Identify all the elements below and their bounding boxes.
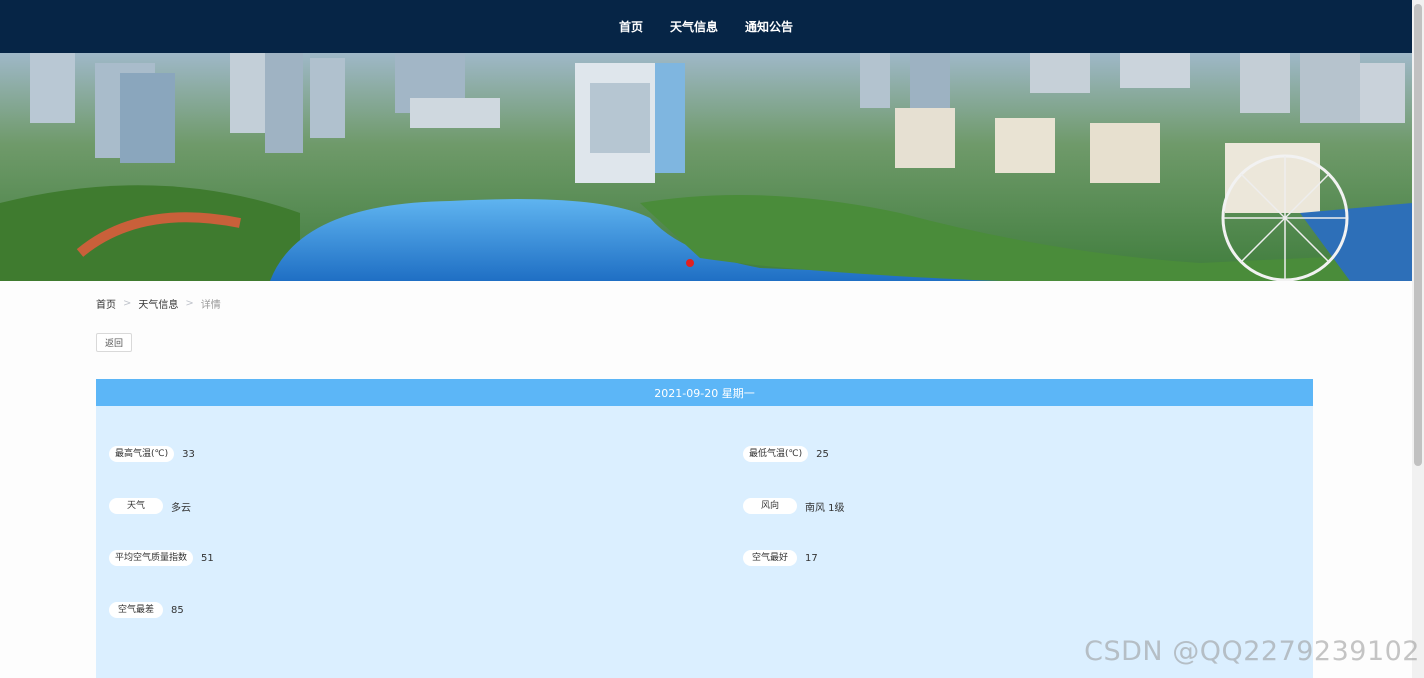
- nav-item-weather[interactable]: 天气信息: [670, 18, 718, 35]
- field-value: 51: [201, 552, 214, 564]
- field-value: 33: [182, 448, 195, 460]
- field-label: 最低气温(℃): [743, 446, 809, 462]
- page-scrollbar[interactable]: [1412, 0, 1424, 678]
- nav-item-home[interactable]: 首页: [619, 18, 643, 35]
- breadcrumb-current: 详情: [200, 300, 221, 311]
- field-value: 85: [171, 604, 184, 616]
- breadcrumb-weather[interactable]: 天气信息: [138, 296, 178, 311]
- detail-date-header: 2021-09-20 星期一: [96, 379, 1313, 406]
- field-value: 25: [816, 448, 829, 460]
- field-min-temp: 最低气温(℃) 25: [743, 446, 829, 462]
- field-value: 17: [805, 552, 818, 564]
- breadcrumb-home[interactable]: 首页: [96, 296, 116, 311]
- field-label: 风向: [743, 498, 797, 514]
- field-weather: 天气 多云: [109, 498, 191, 514]
- field-avg-aqi: 平均空气质量指数 51: [109, 550, 214, 566]
- top-nav: 首页 天气信息 通知公告: [0, 0, 1412, 53]
- field-label: 空气最好: [743, 550, 797, 566]
- field-worst-air: 空气最差 85: [109, 602, 184, 618]
- breadcrumb: 首页 > 天气信息 > 详情: [96, 296, 221, 311]
- back-button[interactable]: 返回: [96, 333, 132, 352]
- breadcrumb-separator: >: [185, 298, 194, 309]
- field-value: 南风 1级: [805, 502, 845, 514]
- field-label: 空气最差: [109, 602, 163, 618]
- field-label: 最高气温(℃): [109, 446, 175, 462]
- nav-item-notice[interactable]: 通知公告: [745, 18, 793, 35]
- banner-image: [0, 53, 1412, 281]
- scroll-thumb[interactable]: [1414, 4, 1422, 466]
- field-label: 天气: [109, 498, 163, 514]
- field-best-air: 空气最好 17: [743, 550, 818, 566]
- field-wind: 风向 南风 1级: [743, 498, 845, 514]
- field-max-temp: 最高气温(℃) 33: [109, 446, 195, 462]
- field-value: 多云: [171, 502, 191, 514]
- breadcrumb-separator: >: [123, 298, 132, 309]
- weather-detail-panel: 2021-09-20 星期一 最高气温(℃) 33 最低气温(℃) 25 天气 …: [96, 379, 1313, 678]
- field-label: 平均空气质量指数: [109, 550, 194, 566]
- watermark: CSDN @QQ2279239102: [1084, 636, 1420, 667]
